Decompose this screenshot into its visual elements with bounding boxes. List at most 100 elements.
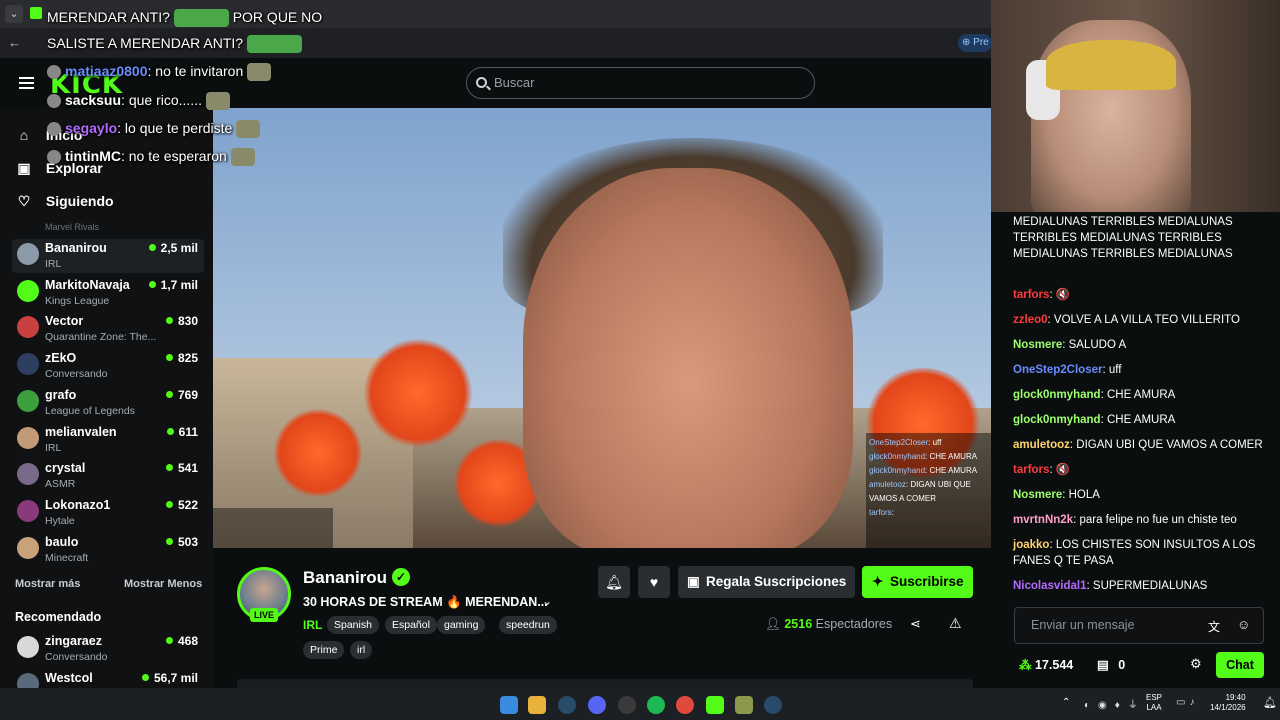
promo-pill[interactable]: ⊕ Pre <box>958 34 992 52</box>
chat-text: : SUPERMEDIALUNAS <box>1086 580 1208 592</box>
channel-category: Conversando <box>45 651 108 663</box>
channel-points[interactable]: ⁂ 17.544 <box>1019 657 1073 672</box>
chat-text: : CHE AMURA <box>1100 389 1176 401</box>
search-input[interactable]: Buscar <box>466 67 815 99</box>
back-arrow-icon[interactable]: ← <box>8 35 21 50</box>
category-link[interactable]: IRL <box>303 618 322 632</box>
subscribe-button[interactable]: ✦ Suscribirse <box>862 566 973 598</box>
video-chat-text: : uff <box>928 438 942 447</box>
notification-bell-button[interactable]: 🔔︎ <box>598 566 630 598</box>
stream-tag[interactable]: Prime <box>303 641 345 659</box>
chat-message[interactable]: mvrtnNn2k: para felipe no fue un chiste … <box>1013 512 1268 528</box>
clock[interactable]: 19:40 14/1/2026 <box>1210 693 1246 713</box>
stream-tag[interactable]: gaming <box>437 616 486 634</box>
chat-message[interactable]: glock0nmyhand: CHE AMURA <box>1013 412 1268 428</box>
menu-icon[interactable] <box>19 77 34 89</box>
clock-date: 14/1/2026 <box>1210 703 1246 712</box>
sidebar-channel-row[interactable]: MarkitoNavaja Kings League 1,7 mil <box>12 276 204 310</box>
chat-username: tarfors <box>1013 289 1050 301</box>
channel-category: IRL <box>45 441 62 454</box>
chevron-down-icon[interactable]: ⌄ <box>542 594 552 608</box>
steam-icon[interactable] <box>558 696 576 714</box>
kick-tab-favicon[interactable] <box>30 7 42 19</box>
chat-message[interactable]: amuletooz: DIGAN UBI QUE VAMOS A COMER <box>1013 437 1268 453</box>
app-icon[interactable] <box>618 696 636 714</box>
viewer-count: 503 <box>165 535 198 549</box>
chat-username: Nosmere <box>1013 339 1063 351</box>
file-explorer-icon[interactable] <box>528 696 546 714</box>
chat-message[interactable]: Nosmere: SALUDO A <box>1013 337 1268 353</box>
sidebar-channel-row[interactable]: zEkO Conversando 825 <box>12 349 204 383</box>
gift-subs-button[interactable]: ▣ Regala Suscripciones <box>678 566 855 598</box>
translate-icon[interactable]: 文 <box>1208 618 1220 635</box>
kick-icon[interactable] <box>706 696 724 714</box>
viewer-count: 541 <box>165 461 198 475</box>
viewer-number: 2,5 mil <box>160 241 198 255</box>
chat-message[interactable]: tarfors: 🔇 <box>1013 287 1268 303</box>
gear-icon[interactable]: ⚙ <box>1190 656 1202 672</box>
chat-message[interactable]: tarfors: 🔇 <box>1013 462 1268 478</box>
channel-category: IRL <box>45 258 62 270</box>
follow-button[interactable]: ♥ <box>638 566 670 598</box>
stream-tag[interactable]: Spanish <box>327 616 379 634</box>
sidebar-channel-row[interactable]: Vector Quarantine Zone: The... 830 <box>12 312 204 346</box>
tray-chevron-icon[interactable]: ⌃ <box>1062 697 1070 708</box>
streamer-name[interactable]: Bananirou <box>303 568 387 588</box>
overlay-username: segaylo <box>65 120 118 136</box>
sidebar-channel-row[interactable]: Lokonazo1 Hytale 522 <box>12 496 204 530</box>
discord-icon[interactable] <box>588 696 606 714</box>
stream-title: 30 HORAS DE STREAM 🔥 MERENDAN... <box>303 595 548 609</box>
chat-message[interactable]: zzleo0: VOLVE A LA VILLA TEO VILLERITO <box>1013 312 1268 328</box>
share-icon[interactable]: ⋖ <box>910 616 921 632</box>
report-icon[interactable]: ⚠ <box>949 615 962 632</box>
live-dot-icon <box>165 500 173 508</box>
overlay-chat-line: tintinMC: no te esperaron <box>47 148 255 167</box>
sidebar-channel-row[interactable]: baulo Minecraft 503 <box>12 533 204 567</box>
sidebar-channel-row[interactable]: zingaraez Conversando 468 <box>12 632 204 666</box>
video-chat-user: amuletooz <box>869 480 906 489</box>
sidebar-channel-row[interactable]: crystal ASMR 541 <box>12 459 204 493</box>
language-indicator[interactable]: ESP LAA <box>1146 693 1162 713</box>
chat-message[interactable]: Nicolasvidal1: SUPERMEDIALUNAS <box>1013 578 1268 594</box>
chat-message[interactable]: Nosmere: HOLA <box>1013 487 1268 503</box>
channel-name: baulo <box>45 534 79 549</box>
show-less-link[interactable]: Mostrar Menos <box>124 578 202 590</box>
notification-icon[interactable]: 🔔︎ <box>1263 696 1277 709</box>
overlay-message: : no te esperaron <box>120 148 227 164</box>
stream-tag[interactable]: irl <box>350 641 373 659</box>
stream-tag[interactable]: speedrun <box>499 616 557 634</box>
sidebar-channel-row[interactable]: grafo League of Legends 769 <box>12 386 204 420</box>
chat-send-button[interactable]: Chat <box>1216 652 1264 678</box>
spotify-icon[interactable] <box>647 696 665 714</box>
sparkle-icon: ✦ <box>872 574 884 589</box>
avatar <box>17 243 39 265</box>
tab-list-button[interactable]: ⌄ <box>5 5 23 23</box>
windows-start-icon[interactable] <box>500 696 518 714</box>
viewer-number: 56,7 mil <box>153 671 198 685</box>
chat-message[interactable]: MEDIALUNAS TERRIBLES MEDIALUNAS TERRIBLE… <box>1013 214 1268 262</box>
sidebar-channel-row[interactable]: melianvalen IRL 611 <box>12 423 204 457</box>
chat-username: Nosmere <box>1013 489 1063 501</box>
sidebar-channel-row[interactable]: Bananirou IRL 2,5 mil <box>12 239 204 273</box>
chat-message[interactable]: glock0nmyhand: CHE AMURA <box>1013 387 1268 403</box>
nav-following[interactable]: ♡ Siguiendo <box>16 193 114 209</box>
avatar <box>17 279 39 302</box>
video-player[interactable]: OneStep2Closer: uff glock0nmyhand: CHE AM… <box>213 108 991 548</box>
network-volume-icons[interactable]: ▭♪ <box>1176 697 1198 708</box>
channel-name: grafo <box>45 387 77 402</box>
chat-message[interactable]: OneStep2Closer: uff <box>1013 362 1268 378</box>
show-more-link[interactable]: Mostrar más <box>15 578 80 590</box>
minecraft-icon[interactable] <box>735 696 753 714</box>
pepe-emote <box>246 35 302 54</box>
steam-icon[interactable] <box>764 696 782 714</box>
channel-name: Lokonazo1 <box>45 497 111 512</box>
avatar <box>17 353 39 376</box>
chat-input[interactable]: Enviar un mensaje <box>1014 607 1264 644</box>
chrome-icon[interactable] <box>676 696 694 714</box>
emoji-icon[interactable]: ☺ <box>1237 617 1250 632</box>
viewer-count: 522 <box>165 498 198 512</box>
gift-counter[interactable]: ▤ 0 <box>1097 657 1125 672</box>
stream-tag[interactable]: Español <box>385 616 437 634</box>
viewer-count: 1,7 mil <box>148 278 198 292</box>
chat-message[interactable]: joakko: LOS CHISTES SON INSULTOS A LOS F… <box>1013 537 1268 569</box>
